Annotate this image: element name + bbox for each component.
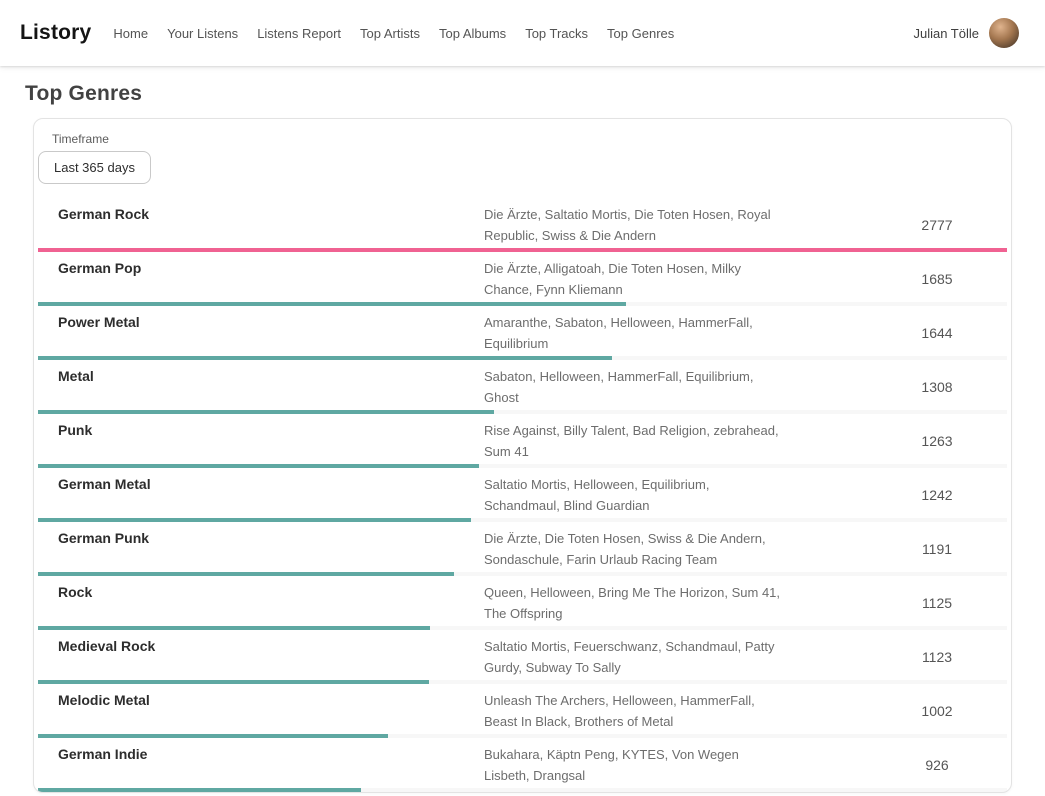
main-nav: Home Your Listens Listens Report Top Artist… xyxy=(113,26,674,41)
nav-item-home[interactable]: Home xyxy=(113,26,148,41)
timeframe-select[interactable]: Last 365 days xyxy=(38,151,151,184)
genre-count: 1685 xyxy=(921,271,952,287)
user-menu[interactable]: Julian Tölle xyxy=(913,18,1019,48)
genre-row: German Rock Die Ärzte, Saltatio Mortis, … xyxy=(38,198,1007,252)
genre-artists: Saltatio Mortis, Feuerschwanz, Schandmau… xyxy=(484,636,784,678)
nav-item-top-tracks[interactable]: Top Tracks xyxy=(525,26,588,41)
genre-bar-track xyxy=(38,788,1007,792)
genre-table: German Rock Die Ärzte, Saltatio Mortis, … xyxy=(38,198,1007,792)
genre-count: 1125 xyxy=(922,595,952,611)
genre-count: 1002 xyxy=(921,703,952,719)
genre-row: Power Metal Amaranthe, Sabaton, Hellowee… xyxy=(38,306,1007,360)
genre-count: 1242 xyxy=(921,487,952,503)
genre-artists: Amaranthe, Sabaton, Helloween, HammerFal… xyxy=(484,312,784,354)
app-logo[interactable]: Listory xyxy=(20,21,91,45)
genre-row: Melodic Metal Unleash The Archers, Hello… xyxy=(38,684,1007,738)
genre-bar xyxy=(38,788,361,792)
genre-count: 2777 xyxy=(921,217,952,233)
genre-row: German Metal Saltatio Mortis, Helloween,… xyxy=(38,468,1007,522)
avatar[interactable] xyxy=(989,18,1019,48)
app-bar: Listory Home Your Listens Listens Report To… xyxy=(0,0,1045,66)
top-genres-card: Timeframe Last 365 days German Rock Die … xyxy=(33,118,1012,793)
page-title: Top Genres xyxy=(25,82,1045,106)
genre-name: German Punk xyxy=(58,528,484,570)
genre-name: German Indie xyxy=(58,744,484,786)
genre-artists: Die Ärzte, Alligatoah, Die Toten Hosen, … xyxy=(484,258,784,300)
genre-count: 1644 xyxy=(921,325,952,341)
genre-artists: Sabaton, Helloween, HammerFall, Equilibr… xyxy=(484,366,784,408)
genre-name: Metal xyxy=(58,366,484,408)
nav-item-listens-report[interactable]: Listens Report xyxy=(257,26,341,41)
genre-artists: Saltatio Mortis, Helloween, Equilibrium,… xyxy=(484,474,784,516)
genre-count: 926 xyxy=(925,757,948,773)
genre-name: Medieval Rock xyxy=(58,636,484,678)
genre-count: 1123 xyxy=(922,649,952,665)
genre-name: German Rock xyxy=(58,204,484,246)
genre-name: Punk xyxy=(58,420,484,462)
genre-artists: Rise Against, Billy Talent, Bad Religion… xyxy=(484,420,784,462)
user-name: Julian Tölle xyxy=(913,26,979,41)
genre-artists: Bukahara, Käptn Peng, KYTES, Von Wegen L… xyxy=(484,744,784,786)
genre-name: Rock xyxy=(58,582,484,624)
nav-item-your-listens[interactable]: Your Listens xyxy=(167,26,238,41)
genre-count: 1191 xyxy=(922,541,952,557)
genre-name: German Metal xyxy=(58,474,484,516)
genre-name: Melodic Metal xyxy=(58,690,484,732)
genre-row: German Indie Bukahara, Käptn Peng, KYTES… xyxy=(38,738,1007,792)
timeframe-control: Timeframe Last 365 days xyxy=(38,132,1007,184)
genre-artists: Die Ärzte, Saltatio Mortis, Die Toten Ho… xyxy=(484,204,784,246)
genre-count: 1263 xyxy=(921,433,952,449)
timeframe-label: Timeframe xyxy=(52,132,1007,146)
genre-count: 1308 xyxy=(921,379,952,395)
genre-row: German Punk Die Ärzte, Die Toten Hosen, … xyxy=(38,522,1007,576)
genre-name: German Pop xyxy=(58,258,484,300)
genre-artists: Queen, Helloween, Bring Me The Horizon, … xyxy=(484,582,784,624)
genre-row: Rock Queen, Helloween, Bring Me The Hori… xyxy=(38,576,1007,630)
genre-row: Punk Rise Against, Billy Talent, Bad Rel… xyxy=(38,414,1007,468)
nav-item-top-artists[interactable]: Top Artists xyxy=(360,26,420,41)
genre-name: Power Metal xyxy=(58,312,484,354)
genre-row: Metal Sabaton, Helloween, HammerFall, Eq… xyxy=(38,360,1007,414)
genre-row: Medieval Rock Saltatio Mortis, Feuerschw… xyxy=(38,630,1007,684)
nav-item-top-albums[interactable]: Top Albums xyxy=(439,26,506,41)
genre-artists: Die Ärzte, Die Toten Hosen, Swiss & Die … xyxy=(484,528,784,570)
nav-item-top-genres[interactable]: Top Genres xyxy=(607,26,674,41)
genre-row: German Pop Die Ärzte, Alligatoah, Die To… xyxy=(38,252,1007,306)
genre-artists: Unleash The Archers, Helloween, HammerFa… xyxy=(484,690,784,732)
